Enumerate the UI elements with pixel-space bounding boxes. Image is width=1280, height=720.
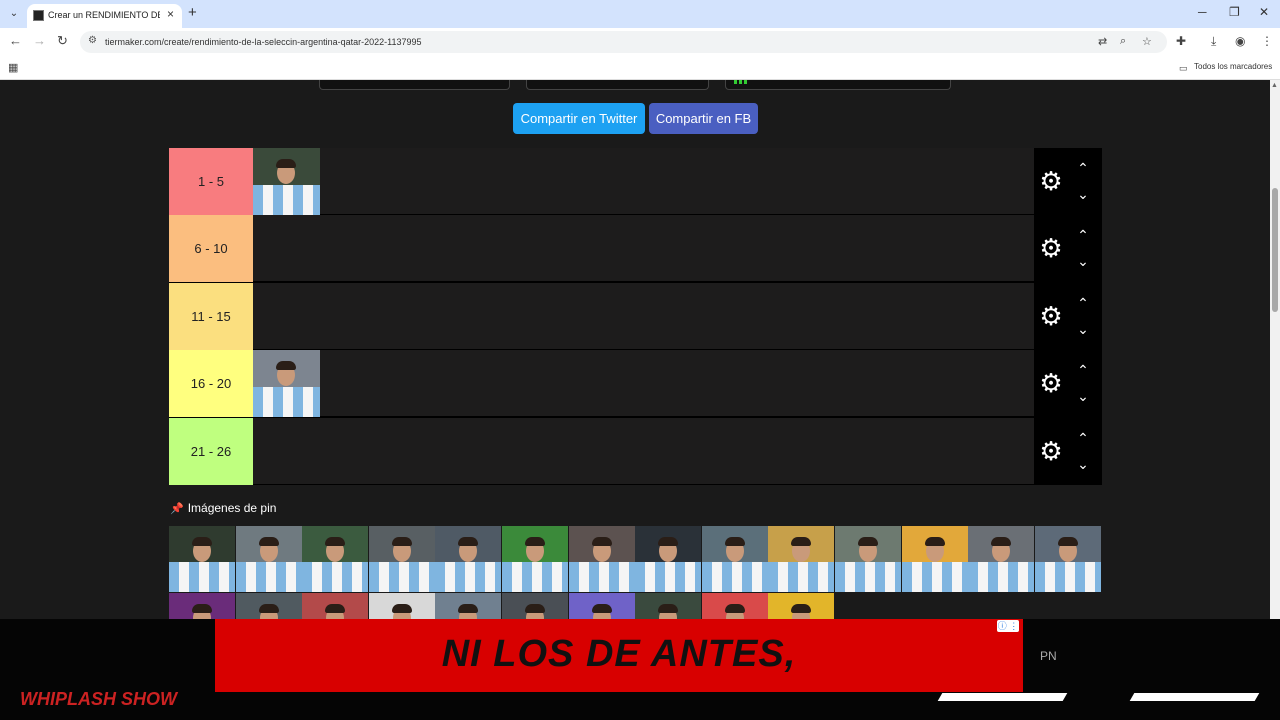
pin-player-image[interactable] (902, 526, 968, 592)
share-fb-button[interactable]: Compartir en FB (649, 103, 758, 134)
share-twitter-button[interactable]: Compartir en Twitter (513, 103, 645, 134)
chevron-up-icon[interactable]: ⌃ (1074, 363, 1092, 377)
tab-list-icon[interactable]: ⌄ (6, 6, 22, 22)
address-bar[interactable]: ⚙ tiermaker.com/create/rendimiento-de-la… (80, 31, 1167, 53)
tier-row: 6 - 10 ⚙ ⌃ ⌄ (169, 215, 1102, 282)
tier-dropzone[interactable] (253, 215, 1034, 281)
pin-player-image[interactable] (502, 526, 568, 592)
gear-icon[interactable]: ⚙ (1038, 438, 1064, 464)
tier-label[interactable]: 11 - 15 (169, 283, 253, 350)
pin-player-image[interactable] (768, 526, 834, 592)
tier-row: 16 - 20 ⚙ ⌃ ⌄ (169, 350, 1102, 417)
chevron-down-icon[interactable]: ⌄ (1074, 457, 1092, 471)
scroll-thumb[interactable] (1272, 188, 1278, 312)
bookmarks-bar: ▦ ▭ Todos los marcadores (0, 56, 1280, 80)
show-logo-text: WHIPLASH SHOW (20, 689, 177, 705)
tier-label[interactable]: 1 - 5 (169, 148, 253, 215)
close-window-icon[interactable]: ✕ (1259, 5, 1269, 19)
forward-icon[interactable]: → (33, 33, 46, 48)
player-image[interactable] (253, 350, 320, 417)
pin-player-image[interactable] (169, 526, 235, 592)
site-info-icon[interactable]: ⚙ (88, 35, 97, 46)
pin-player-image[interactable] (968, 526, 1034, 592)
tier-label[interactable]: 16 - 20 (169, 350, 253, 417)
active-tab[interactable]: Crear un RENDIMIENTO DE LA × (27, 4, 182, 28)
partial-box-right (725, 80, 951, 90)
ad-banner[interactable]: NI LOS DE ANTES, ⓘ ⋮ (215, 619, 1023, 692)
tier-label[interactable]: 6 - 10 (169, 215, 253, 282)
chevron-down-icon[interactable]: ⌄ (1074, 187, 1092, 201)
tier-label[interactable]: 21 - 26 (169, 418, 253, 485)
minimize-icon[interactable]: ─ (1198, 5, 1207, 19)
chevron-down-icon[interactable]: ⌄ (1074, 322, 1092, 336)
pin-player-image[interactable] (635, 526, 701, 592)
decor-stripe (1129, 693, 1260, 701)
video-overlay: NI LOS DE ANTES, ⓘ ⋮ PN WHIPLASH SHOW (0, 619, 1280, 720)
gear-icon[interactable]: ⚙ (1038, 303, 1064, 329)
new-tab-button[interactable]: + (188, 4, 197, 21)
gear-icon[interactable]: ⚙ (1038, 168, 1064, 194)
profile-icon[interactable]: ◉ (1235, 34, 1245, 48)
bookmark-star-icon[interactable]: ☆ (1142, 35, 1152, 48)
partial-box-left (319, 80, 510, 90)
chevron-up-icon[interactable]: ⌃ (1074, 228, 1092, 242)
extensions-icon[interactable]: ✚ (1176, 34, 1186, 48)
chevron-down-icon[interactable]: ⌄ (1074, 254, 1092, 268)
favicon-icon (33, 10, 44, 21)
back-icon[interactable]: ← (9, 33, 22, 48)
reload-icon[interactable]: ↻ (57, 33, 68, 49)
tier-controls: ⚙ ⌃ ⌄ (1034, 148, 1102, 215)
browser-toolbar: ← → ↻ ⚙ tiermaker.com/create/rendimiento… (0, 28, 1280, 56)
pin-player-image[interactable] (569, 526, 635, 592)
chevron-up-icon[interactable]: ⌃ (1074, 296, 1092, 310)
pin-section-title: 📌 Imágenes de pin (170, 501, 276, 515)
tier-dropzone[interactable] (253, 283, 1034, 349)
pin-player-image[interactable] (302, 526, 368, 592)
tier-controls: ⚙ ⌃ ⌄ (1034, 350, 1102, 417)
tab-close-icon[interactable]: × (167, 7, 174, 21)
grid-icon (734, 80, 748, 84)
pin-player-image[interactable] (702, 526, 768, 592)
tier-controls: ⚙ ⌃ ⌄ (1034, 283, 1102, 350)
gear-icon[interactable]: ⚙ (1038, 370, 1064, 396)
menu-icon[interactable]: ⋮ (1261, 34, 1273, 48)
chevron-up-icon[interactable]: ⌃ (1074, 161, 1092, 175)
tier-dropzone[interactable] (253, 350, 1034, 417)
chevron-down-icon[interactable]: ⌄ (1074, 389, 1092, 403)
ad-info-icon[interactable]: ⓘ ⋮ (997, 620, 1019, 632)
scroll-up-icon[interactable]: ▲ (1271, 82, 1278, 89)
translate-icon[interactable]: ⇄ (1098, 35, 1107, 48)
maximize-icon[interactable]: ❐ (1229, 5, 1240, 19)
tier-list: 1 - 5 ⚙ ⌃ ⌄ 6 - 10 ⚙ ⌃ ⌄ 11 - 15 ⚙ ⌃ ⌄ 1… (169, 148, 1102, 485)
gear-icon[interactable]: ⚙ (1038, 235, 1064, 261)
folder-icon: ▭ (1179, 63, 1188, 73)
partial-box-middle (526, 80, 709, 90)
pin-icon: 📌 (170, 503, 184, 515)
tab-bar: ⌄ Crear un RENDIMIENTO DE LA × + ─ ❐ ✕ (0, 0, 1280, 28)
tab-title: Crear un RENDIMIENTO DE LA (48, 10, 160, 20)
tier-dropzone[interactable] (253, 148, 1034, 215)
url-text[interactable]: tiermaker.com/create/rendimiento-de-la-s… (105, 37, 422, 47)
decor-stripe (937, 693, 1068, 701)
all-bookmarks-link[interactable]: Todos los marcadores (1194, 62, 1272, 71)
pin-player-image[interactable] (835, 526, 901, 592)
zoom-icon[interactable]: ⌕ (1120, 35, 1126, 48)
tier-row: 21 - 26 ⚙ ⌃ ⌄ (169, 418, 1102, 485)
pin-title-text: Imágenes de pin (187, 501, 277, 515)
pin-player-image[interactable] (1035, 526, 1101, 592)
ad-text: NI LOS DE ANTES, (441, 633, 797, 675)
tier-row: 11 - 15 ⚙ ⌃ ⌄ (169, 283, 1102, 350)
chevron-up-icon[interactable]: ⌃ (1074, 431, 1092, 445)
pn-label: PN (1040, 649, 1057, 663)
tier-dropzone[interactable] (253, 418, 1034, 484)
download-icon[interactable]: ⤓ (1211, 34, 1216, 49)
pin-player-image[interactable] (236, 526, 302, 592)
tier-row: 1 - 5 ⚙ ⌃ ⌄ (169, 148, 1102, 215)
pin-player-image[interactable] (369, 526, 435, 592)
player-image[interactable] (253, 148, 320, 215)
tier-controls: ⚙ ⌃ ⌄ (1034, 215, 1102, 282)
tier-controls: ⚙ ⌃ ⌄ (1034, 418, 1102, 485)
pin-player-image[interactable] (435, 526, 501, 592)
apps-icon[interactable]: ▦ (8, 61, 18, 74)
